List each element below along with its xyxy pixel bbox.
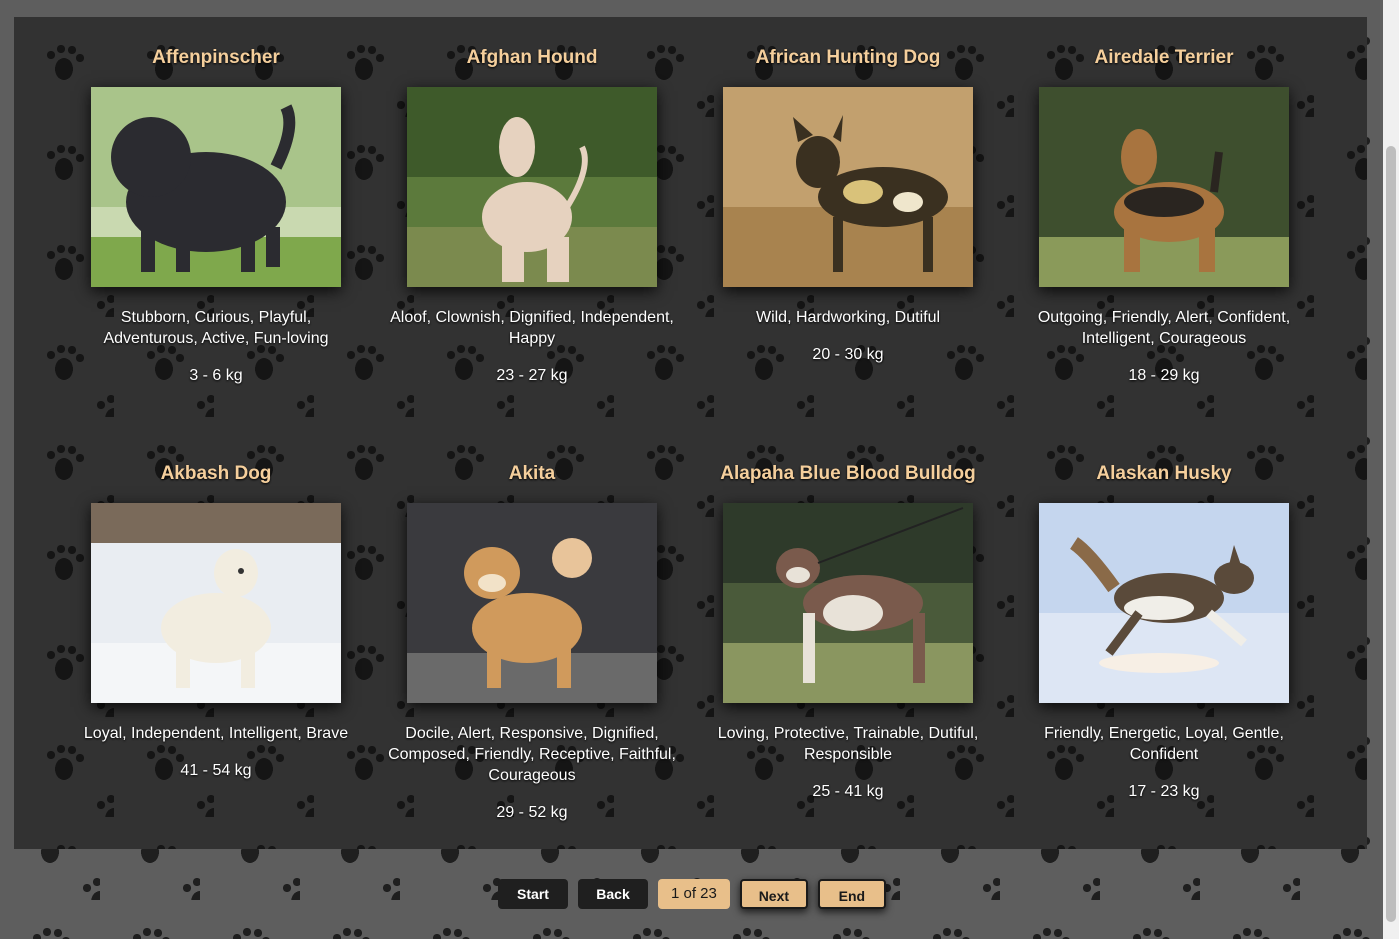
back-button[interactable]: Back <box>578 879 648 909</box>
breed-photo <box>407 503 657 703</box>
breed-temperament: Stubborn, Curious, Playful, Adventurous,… <box>103 309 329 347</box>
breed-name: Alapaha Blue Blood Bulldog <box>720 463 976 484</box>
breed-photo <box>91 503 341 703</box>
next-button[interactable]: Next <box>739 879 808 909</box>
breed-card[interactable]: Afghan Hound Aloof, Clownish, Dignified,… <box>374 45 690 461</box>
breed-weight: 20 - 30 kg <box>812 346 884 363</box>
breed-temperament: Wild, Hardworking, Dutiful <box>755 309 941 326</box>
breed-photo <box>723 87 973 287</box>
breed-weight: 3 - 6 kg <box>189 367 243 384</box>
breed-name: Airedale Terrier <box>1094 47 1234 68</box>
breed-name: Afghan Hound <box>466 47 598 68</box>
breed-weight: 25 - 41 kg <box>812 783 884 800</box>
breed-temperament: Outgoing, Friendly, Alert, Confident, In… <box>1037 309 1291 347</box>
breed-temperament: Aloof, Clownish, Dignified, Independent,… <box>390 309 674 347</box>
breed-gallery-panel: Affenpinscher Stubborn, Curious, Playful… <box>14 17 1367 849</box>
breed-weight: 29 - 52 kg <box>496 804 568 821</box>
breed-temperament: Loving, Protective, Trainable, Dutiful, … <box>717 725 979 763</box>
breed-weight: 23 - 27 kg <box>496 367 568 384</box>
breed-weight: 18 - 29 kg <box>1128 367 1200 384</box>
page-counter: 1 of 23 <box>658 879 730 909</box>
breed-name: Alaskan Husky <box>1096 463 1232 484</box>
breed-card[interactable]: Akita Docile, Alert, Responsive, Dignifi… <box>374 461 690 877</box>
breed-temperament: Friendly, Energetic, Loyal, Gentle, Conf… <box>1044 725 1284 763</box>
breed-photo <box>407 87 657 287</box>
breed-name: African Hunting Dog <box>755 47 941 68</box>
scrollbar-thumb[interactable] <box>1386 146 1396 922</box>
breed-photo <box>1039 503 1289 703</box>
breed-card[interactable]: Alapaha Blue Blood Bulldog Loving, Prote… <box>690 461 1006 877</box>
breed-photo <box>1039 87 1289 287</box>
breed-photo <box>723 503 973 703</box>
breed-grid: Affenpinscher Stubborn, Curious, Playful… <box>58 45 1322 877</box>
breed-temperament: Loyal, Independent, Intelligent, Brave <box>83 725 349 742</box>
breed-weight: 17 - 23 kg <box>1128 783 1200 800</box>
breed-name: Akita <box>508 463 556 484</box>
breed-name: Akbash Dog <box>160 463 272 484</box>
breed-temperament: Docile, Alert, Responsive, Dignified, Co… <box>388 725 676 784</box>
breed-card[interactable]: Alaskan Husky Friendly, Energetic, Loyal… <box>1006 461 1322 877</box>
breed-weight: 41 - 54 kg <box>180 762 252 779</box>
breed-card[interactable]: African Hunting Dog Wild, Hardworking, D… <box>690 45 1006 461</box>
end-button[interactable]: End <box>817 879 886 909</box>
breed-card[interactable]: Akbash Dog Loyal, Independent, Intellige… <box>58 461 374 877</box>
breed-name: Affenpinscher <box>152 47 280 68</box>
vertical-scrollbar[interactable] <box>1383 0 1399 939</box>
breed-card[interactable]: Affenpinscher Stubborn, Curious, Playful… <box>58 45 374 461</box>
start-button[interactable]: Start <box>498 879 568 909</box>
breed-photo <box>91 87 341 287</box>
pagination: Start Back 1 of 23 Next End <box>498 879 886 909</box>
breed-card[interactable]: Airedale Terrier Outgoing, Friendly, Ale… <box>1006 45 1322 461</box>
